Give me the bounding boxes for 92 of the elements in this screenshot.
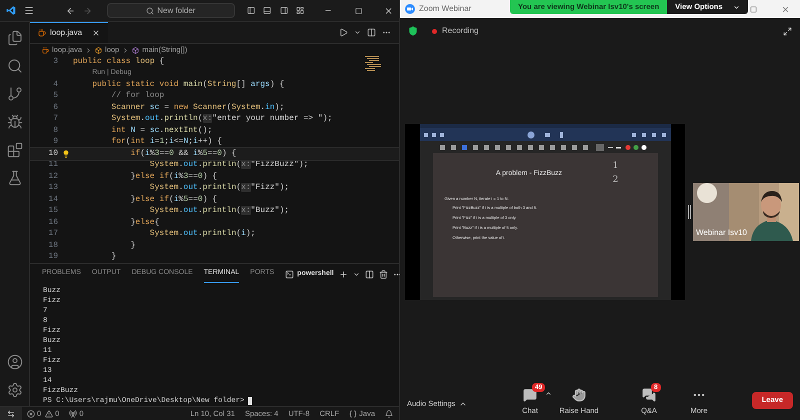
- layout-icon[interactable]: [296, 6, 304, 15]
- close-icon[interactable]: [781, 4, 790, 14]
- ports-icon: [69, 410, 78, 418]
- code-line: System.out.println(i);: [150, 228, 256, 240]
- extensions-icon[interactable]: [6, 142, 22, 158]
- zoom-logo-icon: [405, 4, 415, 14]
- code-line: }else if(i%3==0) {: [130, 170, 218, 183]
- files-icon[interactable]: [6, 30, 22, 46]
- terminal-cursor: [248, 397, 252, 405]
- terminal-icon: [285, 270, 294, 278]
- caret-icon[interactable]: [354, 29, 361, 36]
- method-icon: [132, 46, 140, 54]
- error-icon: [27, 410, 35, 418]
- code-line: public static void main(String[] args) {: [92, 78, 284, 91]
- line-number: 19: [47, 251, 58, 263]
- line-number: 14: [47, 194, 58, 206]
- code-line: }: [111, 251, 116, 263]
- search-field[interactable]: New folder: [106, 3, 236, 18]
- braces-icon: [349, 410, 358, 418]
- vscode-logo-icon: [6, 5, 16, 16]
- window-title: Zoom Webinar: [419, 3, 472, 15]
- participant-name: Webinar Isv10: [696, 227, 747, 239]
- warning-icon: [45, 410, 54, 418]
- lightbulb-icon[interactable]: [62, 150, 70, 158]
- line-number: 6: [52, 102, 58, 114]
- account-icon[interactable]: [6, 354, 22, 370]
- run-debug-icon[interactable]: [6, 114, 22, 130]
- sidebar-toggle-icon[interactable]: [247, 6, 256, 15]
- line-number: 16: [47, 216, 58, 229]
- close-tab-icon[interactable]: [92, 29, 100, 37]
- caret-icon[interactable]: [352, 270, 360, 278]
- line-number: 3: [52, 56, 58, 68]
- line-number: 7: [52, 113, 58, 126]
- remote-indicator[interactable]: [0, 407, 22, 420]
- back-icon[interactable]: [66, 6, 76, 16]
- settings-icon[interactable]: [6, 382, 22, 398]
- line-number: 9: [52, 136, 58, 148]
- code-line: for(int i=1;i<=N;i++) {: [111, 136, 222, 148]
- recording-label: Recording: [442, 25, 478, 37]
- code-line: System.out.println(x:"enter your number => ");: [111, 113, 332, 126]
- run-icon[interactable]: [339, 28, 348, 37]
- java-file-icon: [42, 46, 49, 54]
- maximize-icon[interactable]: [354, 6, 362, 14]
- line-number: 8: [52, 124, 58, 137]
- source-control-icon[interactable]: [6, 86, 22, 102]
- add-icon[interactable]: [338, 270, 348, 278]
- chevron-icon: [122, 46, 130, 54]
- secondary-sidebar-icon[interactable]: [280, 6, 288, 15]
- notifications-icon[interactable]: [385, 410, 393, 418]
- chevron-icon: [85, 46, 92, 54]
- caret-icon[interactable]: [545, 390, 552, 398]
- line-number: 5: [52, 90, 58, 102]
- handwritten-number: 2: [612, 174, 618, 187]
- code-line: System.out.println(x:"Buzz");: [150, 205, 290, 218]
- fullscreen-icon[interactable]: [783, 26, 792, 36]
- java-file-icon: [38, 29, 46, 37]
- close-icon[interactable]: [384, 6, 394, 16]
- line-number: 17: [47, 228, 58, 240]
- code-line: }else if(i%5==0) {: [130, 194, 218, 206]
- line-number: 13: [47, 182, 58, 194]
- chat-icon: [523, 388, 537, 402]
- line-number: 12: [47, 170, 58, 183]
- caret-icon: [732, 4, 740, 10]
- line-number: 18: [47, 240, 58, 252]
- flask-icon[interactable]: [6, 170, 22, 186]
- code-line: // for loop: [111, 90, 164, 102]
- handwritten-number: 1: [612, 160, 618, 173]
- resize-handle[interactable]: [688, 205, 691, 219]
- line-number: 4: [52, 78, 58, 91]
- class-icon: [95, 46, 102, 54]
- panel-toggle-icon[interactable]: [263, 6, 272, 15]
- search-icon: [146, 6, 154, 14]
- hand-icon: [572, 388, 586, 402]
- code-line: }: [130, 240, 136, 252]
- code-line: if(i%3==0 && i%5==0) {: [130, 148, 236, 160]
- line-number: 15: [47, 205, 58, 218]
- code-line: Scanner sc = new Scanner(System.in);: [111, 102, 284, 114]
- search-icon[interactable]: [6, 58, 22, 74]
- line-number: 11: [47, 159, 58, 172]
- code-line: public class loop {: [73, 56, 164, 68]
- code-line: int N = sc.nextInt();: [111, 124, 212, 137]
- qa-icon: [642, 388, 656, 402]
- menu-icon[interactable]: [24, 5, 34, 16]
- trash-icon[interactable]: [378, 270, 388, 278]
- code-line: }else{: [130, 216, 160, 229]
- split-editor-icon[interactable]: [367, 28, 376, 37]
- split-terminal-icon[interactable]: [364, 270, 374, 278]
- shield-check-icon: [408, 26, 418, 36]
- line-number: 10: [47, 148, 58, 160]
- code-line: System.out.println(x:"Fizz");: [150, 182, 290, 194]
- caret-icon[interactable]: [459, 400, 468, 408]
- editor-tab[interactable]: loop.java: [30, 22, 108, 43]
